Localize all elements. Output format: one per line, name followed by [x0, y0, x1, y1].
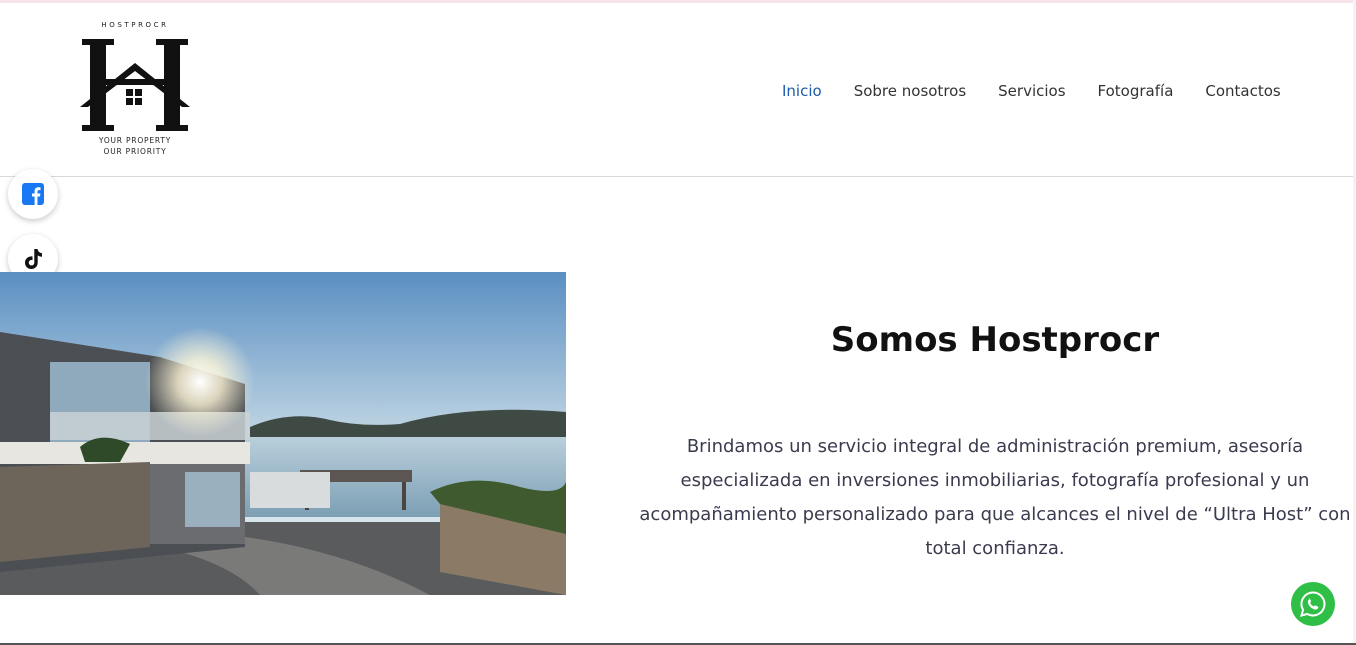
- main-nav: Inicio Sobre nosotros Servicios Fotograf…: [782, 82, 1313, 100]
- page-title: Somos Hostprocr: [830, 320, 1160, 360]
- nav-item-servicios[interactable]: Servicios: [998, 82, 1065, 100]
- hero-description: Brindamos un servicio integral de admini…: [639, 436, 1351, 559]
- nav-item-fotografia[interactable]: Fotografía: [1098, 82, 1174, 100]
- hero-photo: [0, 272, 566, 595]
- logo-tagline-1: YOUR PROPERTY: [98, 136, 172, 145]
- facebook-icon: [22, 183, 44, 205]
- tiktok-icon: [25, 249, 42, 269]
- nav-item-inicio[interactable]: Inicio: [782, 82, 822, 100]
- logo-house-icon: [80, 39, 190, 131]
- nav-item-sobre-nosotros[interactable]: Sobre nosotros: [854, 82, 966, 100]
- logo[interactable]: HOSTPROCR YOUR PROPERTY OUR PRIORITY: [78, 19, 192, 159]
- logo-brand: HOSTPROCR: [101, 21, 169, 29]
- logo-tagline-2: OUR PRIORITY: [103, 147, 167, 156]
- whatsapp-button[interactable]: [1291, 582, 1335, 626]
- site-header: HOSTPROCR YOUR PROPERTY OUR PRIORITY Ini…: [0, 3, 1353, 177]
- facebook-button[interactable]: [8, 169, 58, 219]
- whatsapp-icon: [1300, 591, 1326, 617]
- nav-item-contactos[interactable]: Contactos: [1205, 82, 1280, 100]
